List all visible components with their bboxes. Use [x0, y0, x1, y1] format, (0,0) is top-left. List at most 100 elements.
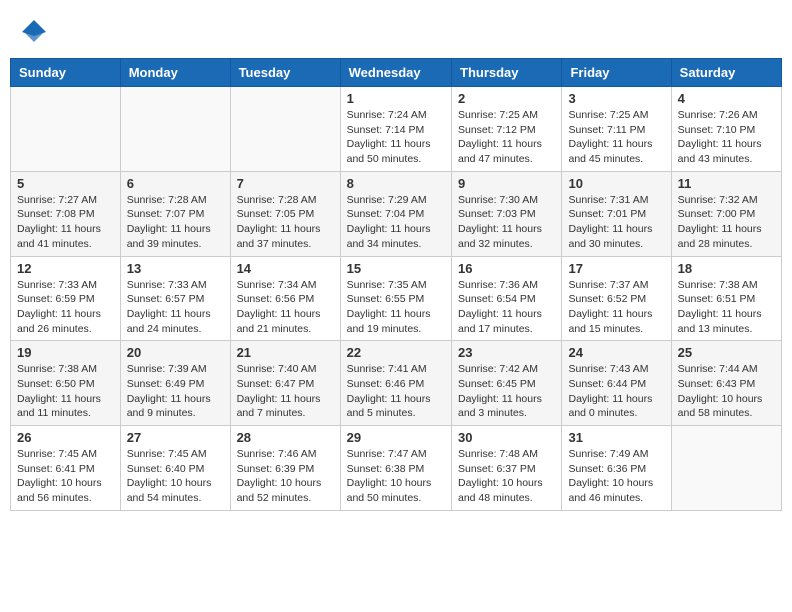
day-info: Sunrise: 7:42 AM Sunset: 6:45 PM Dayligh… [458, 362, 555, 421]
day-number: 24 [568, 345, 664, 360]
calendar-day-header: Wednesday [340, 59, 451, 87]
day-info: Sunrise: 7:32 AM Sunset: 7:00 PM Dayligh… [678, 193, 775, 252]
day-info: Sunrise: 7:35 AM Sunset: 6:55 PM Dayligh… [347, 278, 445, 337]
day-number: 14 [237, 261, 334, 276]
calendar-cell: 19 Sunrise: 7:38 AM Sunset: 6:50 PM Dayli… [11, 341, 121, 426]
day-number: 27 [127, 430, 224, 445]
day-info: Sunrise: 7:46 AM Sunset: 6:39 PM Dayligh… [237, 447, 334, 506]
calendar-day-header: Thursday [452, 59, 562, 87]
day-info: Sunrise: 7:28 AM Sunset: 7:07 PM Dayligh… [127, 193, 224, 252]
day-info: Sunrise: 7:27 AM Sunset: 7:08 PM Dayligh… [17, 193, 114, 252]
calendar-cell: 3Sunrise: 7:25 AM Sunset: 7:11 PM Daylig… [562, 87, 671, 172]
day-number: 16 [458, 261, 555, 276]
day-number: 25 [678, 345, 775, 360]
day-number: 13 [127, 261, 224, 276]
calendar-cell [120, 87, 230, 172]
day-number: 23 [458, 345, 555, 360]
day-number: 11 [678, 176, 775, 191]
calendar-cell: 23 Sunrise: 7:42 AM Sunset: 6:45 PM Dayli… [452, 341, 562, 426]
day-number: 28 [237, 430, 334, 445]
day-number: 26 [17, 430, 114, 445]
day-info: Sunrise: 7:41 AM Sunset: 6:46 PM Dayligh… [347, 362, 445, 421]
calendar-week-row: 26 Sunrise: 7:45 AM Sunset: 6:41 PM Dayli… [11, 426, 782, 511]
day-number: 10 [568, 176, 664, 191]
calendar-cell: 30 Sunrise: 7:48 AM Sunset: 6:37 PM Dayli… [452, 426, 562, 511]
day-info: Sunrise: 7:49 AM Sunset: 6:36 PM Dayligh… [568, 447, 664, 506]
calendar-day-header: Tuesday [230, 59, 340, 87]
day-info: Sunrise: 7:39 AM Sunset: 6:49 PM Dayligh… [127, 362, 224, 421]
day-number: 12 [17, 261, 114, 276]
day-info: Sunrise: 7:45 AM Sunset: 6:40 PM Dayligh… [127, 447, 224, 506]
calendar-cell: 11 Sunrise: 7:32 AM Sunset: 7:00 PM Dayli… [671, 171, 781, 256]
calendar-cell: 13 Sunrise: 7:33 AM Sunset: 6:57 PM Dayli… [120, 256, 230, 341]
calendar-cell [230, 87, 340, 172]
day-number: 8 [347, 176, 445, 191]
day-number: 30 [458, 430, 555, 445]
calendar-cell: 12Sunrise: 7:33 AM Sunset: 6:59 PM Dayli… [11, 256, 121, 341]
calendar-cell: 6 Sunrise: 7:28 AM Sunset: 7:07 PM Daylig… [120, 171, 230, 256]
calendar-cell: 26 Sunrise: 7:45 AM Sunset: 6:41 PM Dayli… [11, 426, 121, 511]
day-info: Sunrise: 7:43 AM Sunset: 6:44 PM Dayligh… [568, 362, 664, 421]
day-number: 15 [347, 261, 445, 276]
calendar-cell: 8 Sunrise: 7:29 AM Sunset: 7:04 PM Daylig… [340, 171, 451, 256]
day-info: Sunrise: 7:47 AM Sunset: 6:38 PM Dayligh… [347, 447, 445, 506]
calendar-cell: 20 Sunrise: 7:39 AM Sunset: 6:49 PM Dayli… [120, 341, 230, 426]
calendar-cell: 22 Sunrise: 7:41 AM Sunset: 6:46 PM Dayli… [340, 341, 451, 426]
calendar-cell: 29 Sunrise: 7:47 AM Sunset: 6:38 PM Dayli… [340, 426, 451, 511]
calendar-week-row: 1 Sunrise: 7:24 AM Sunset: 7:14 PM Daylig… [11, 87, 782, 172]
calendar-week-row: 12Sunrise: 7:33 AM Sunset: 6:59 PM Dayli… [11, 256, 782, 341]
day-info: Sunrise: 7:40 AM Sunset: 6:47 PM Dayligh… [237, 362, 334, 421]
page-header [10, 10, 782, 50]
calendar-day-header: Monday [120, 59, 230, 87]
calendar-cell: 9Sunrise: 7:30 AM Sunset: 7:03 PM Daylig… [452, 171, 562, 256]
day-info: Sunrise: 7:37 AM Sunset: 6:52 PM Dayligh… [568, 278, 664, 337]
calendar-cell: 5Sunrise: 7:27 AM Sunset: 7:08 PM Daylig… [11, 171, 121, 256]
day-number: 19 [17, 345, 114, 360]
day-info: Sunrise: 7:45 AM Sunset: 6:41 PM Dayligh… [17, 447, 114, 506]
calendar-day-header: Sunday [11, 59, 121, 87]
calendar-header-row: SundayMondayTuesdayWednesdayThursdayFrid… [11, 59, 782, 87]
day-info: Sunrise: 7:34 AM Sunset: 6:56 PM Dayligh… [237, 278, 334, 337]
day-number: 3 [568, 91, 664, 106]
calendar-cell: 17 Sunrise: 7:37 AM Sunset: 6:52 PM Dayli… [562, 256, 671, 341]
calendar-day-header: Saturday [671, 59, 781, 87]
day-number: 2 [458, 91, 555, 106]
calendar-week-row: 5Sunrise: 7:27 AM Sunset: 7:08 PM Daylig… [11, 171, 782, 256]
day-number: 21 [237, 345, 334, 360]
day-info: Sunrise: 7:36 AM Sunset: 6:54 PM Dayligh… [458, 278, 555, 337]
day-number: 4 [678, 91, 775, 106]
day-number: 17 [568, 261, 664, 276]
day-info: Sunrise: 7:38 AM Sunset: 6:50 PM Dayligh… [17, 362, 114, 421]
calendar-cell [11, 87, 121, 172]
day-info: Sunrise: 7:28 AM Sunset: 7:05 PM Dayligh… [237, 193, 334, 252]
day-info: Sunrise: 7:29 AM Sunset: 7:04 PM Dayligh… [347, 193, 445, 252]
calendar-cell: 18Sunrise: 7:38 AM Sunset: 6:51 PM Dayli… [671, 256, 781, 341]
day-info: Sunrise: 7:31 AM Sunset: 7:01 PM Dayligh… [568, 193, 664, 252]
day-info: Sunrise: 7:25 AM Sunset: 7:12 PM Dayligh… [458, 108, 555, 167]
day-info: Sunrise: 7:26 AM Sunset: 7:10 PM Dayligh… [678, 108, 775, 167]
calendar-cell: 16 Sunrise: 7:36 AM Sunset: 6:54 PM Dayli… [452, 256, 562, 341]
calendar-cell: 31Sunrise: 7:49 AM Sunset: 6:36 PM Dayli… [562, 426, 671, 511]
calendar-cell: 27 Sunrise: 7:45 AM Sunset: 6:40 PM Dayli… [120, 426, 230, 511]
logo [20, 18, 50, 46]
calendar-cell: 4 Sunrise: 7:26 AM Sunset: 7:10 PM Daylig… [671, 87, 781, 172]
day-info: Sunrise: 7:33 AM Sunset: 6:57 PM Dayligh… [127, 278, 224, 337]
day-info: Sunrise: 7:48 AM Sunset: 6:37 PM Dayligh… [458, 447, 555, 506]
calendar-cell: 21 Sunrise: 7:40 AM Sunset: 6:47 PM Dayli… [230, 341, 340, 426]
calendar-cell: 15 Sunrise: 7:35 AM Sunset: 6:55 PM Dayli… [340, 256, 451, 341]
logo-icon [20, 18, 48, 46]
day-info: Sunrise: 7:38 AM Sunset: 6:51 PM Dayligh… [678, 278, 775, 337]
calendar-cell: 24 Sunrise: 7:43 AM Sunset: 6:44 PM Dayli… [562, 341, 671, 426]
day-info: Sunrise: 7:24 AM Sunset: 7:14 PM Dayligh… [347, 108, 445, 167]
day-number: 6 [127, 176, 224, 191]
day-info: Sunrise: 7:30 AM Sunset: 7:03 PM Dayligh… [458, 193, 555, 252]
calendar-day-header: Friday [562, 59, 671, 87]
day-number: 29 [347, 430, 445, 445]
calendar-cell: 1 Sunrise: 7:24 AM Sunset: 7:14 PM Daylig… [340, 87, 451, 172]
calendar-cell: 25Sunrise: 7:44 AM Sunset: 6:43 PM Dayli… [671, 341, 781, 426]
day-number: 1 [347, 91, 445, 106]
day-number: 20 [127, 345, 224, 360]
day-number: 22 [347, 345, 445, 360]
day-number: 7 [237, 176, 334, 191]
calendar-cell: 28 Sunrise: 7:46 AM Sunset: 6:39 PM Dayli… [230, 426, 340, 511]
